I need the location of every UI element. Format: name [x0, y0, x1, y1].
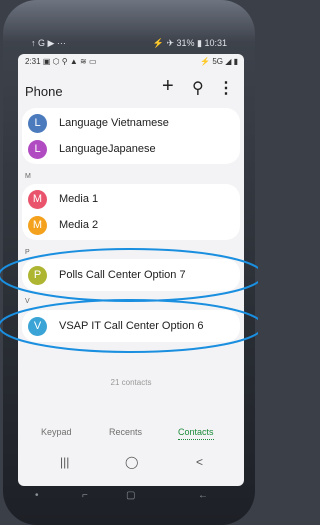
navigation-bar: ||| ◯ <	[18, 452, 244, 476]
avatar: L	[28, 114, 47, 133]
contact-group-p: P Polls Call Center Option 7	[22, 259, 240, 291]
tab-recents[interactable]: Recents	[109, 427, 142, 437]
bottom-tab-bar: Keypad Recents Contacts	[18, 424, 244, 444]
arrow-icon: ←	[198, 490, 208, 501]
list-item[interactable]: L Language Vietnamese	[22, 110, 240, 136]
contact-name: Media 1	[59, 193, 99, 205]
outer-status-right: ⚡ ✈ 31% ▮ 10:31	[152, 38, 227, 48]
pen-icon: ⌐	[82, 490, 88, 501]
status-bar: 2:31 ▣ ⬡ ⚲ ▲ ≋ ▭ ⚡ 5G ◢ ▮	[18, 54, 244, 68]
status-left: 2:31 ▣ ⬡ ⚲ ▲ ≋ ▭	[25, 57, 97, 66]
home-icon[interactable]: ◯	[125, 455, 138, 469]
section-header-v: V	[25, 298, 30, 305]
more-options-icon[interactable]: ⋮	[218, 78, 234, 98]
list-item[interactable]: M Media 1	[22, 186, 240, 212]
contact-name: LanguageJapanese	[59, 143, 156, 155]
list-item[interactable]: M Media 2	[22, 212, 240, 238]
hardware-nav-strip: • ⌐ ▢ ←	[0, 486, 258, 506]
search-icon[interactable]: ⚲	[192, 78, 204, 98]
outer-status-bar: ↑ G ▶ ··· ⚡ ✈ 31% ▮ 10:31	[3, 0, 255, 54]
recent-apps-icon[interactable]: |||	[60, 455, 69, 469]
contact-group-l: L Language Vietnamese L LanguageJapanese	[22, 108, 240, 164]
list-item[interactable]: P Polls Call Center Option 7	[22, 262, 240, 288]
contact-name: Language Vietnamese	[59, 117, 169, 129]
dot-icon: •	[35, 490, 39, 501]
outer-status-left: ↑ G ▶ ···	[31, 38, 66, 48]
section-header-p: P	[25, 249, 30, 256]
contact-group-m: M Media 1 M Media 2	[22, 184, 240, 240]
contact-name: VSAP IT Call Center Option 6	[59, 320, 204, 332]
contact-group-v: V VSAP IT Call Center Option 6	[22, 310, 240, 342]
avatar: M	[28, 190, 47, 209]
contact-count: 21 contacts	[110, 378, 152, 387]
status-time: 2:31	[25, 57, 41, 66]
list-item[interactable]: L LanguageJapanese	[22, 136, 240, 162]
square-icon: ▢	[126, 490, 136, 501]
back-icon[interactable]: <	[196, 455, 203, 469]
tab-keypad[interactable]: Keypad	[41, 427, 72, 437]
section-header-m: M	[25, 173, 31, 180]
status-notification-icons: ▣ ⬡ ⚲ ▲ ≋ ▭	[42, 57, 97, 66]
contact-name: Polls Call Center Option 7	[59, 269, 186, 281]
contact-name: Media 2	[59, 219, 99, 231]
list-item[interactable]: V VSAP IT Call Center Option 6	[22, 313, 240, 339]
tab-contacts[interactable]: Contacts	[178, 427, 214, 440]
avatar: L	[28, 140, 47, 159]
avatar: M	[28, 216, 47, 235]
app-bar: Phone + ⚲ ⋮	[18, 68, 244, 106]
status-right-icons: ⚡ 5G ◢ ▮	[200, 57, 238, 66]
avatar: V	[28, 317, 47, 336]
avatar: P	[28, 266, 47, 285]
add-contact-icon[interactable]: +	[162, 75, 174, 98]
phone-screen: 2:31 ▣ ⬡ ⚲ ▲ ≋ ▭ ⚡ 5G ◢ ▮ Phone + ⚲ ⋮ L …	[18, 54, 244, 486]
page-title: Phone	[25, 84, 63, 99]
